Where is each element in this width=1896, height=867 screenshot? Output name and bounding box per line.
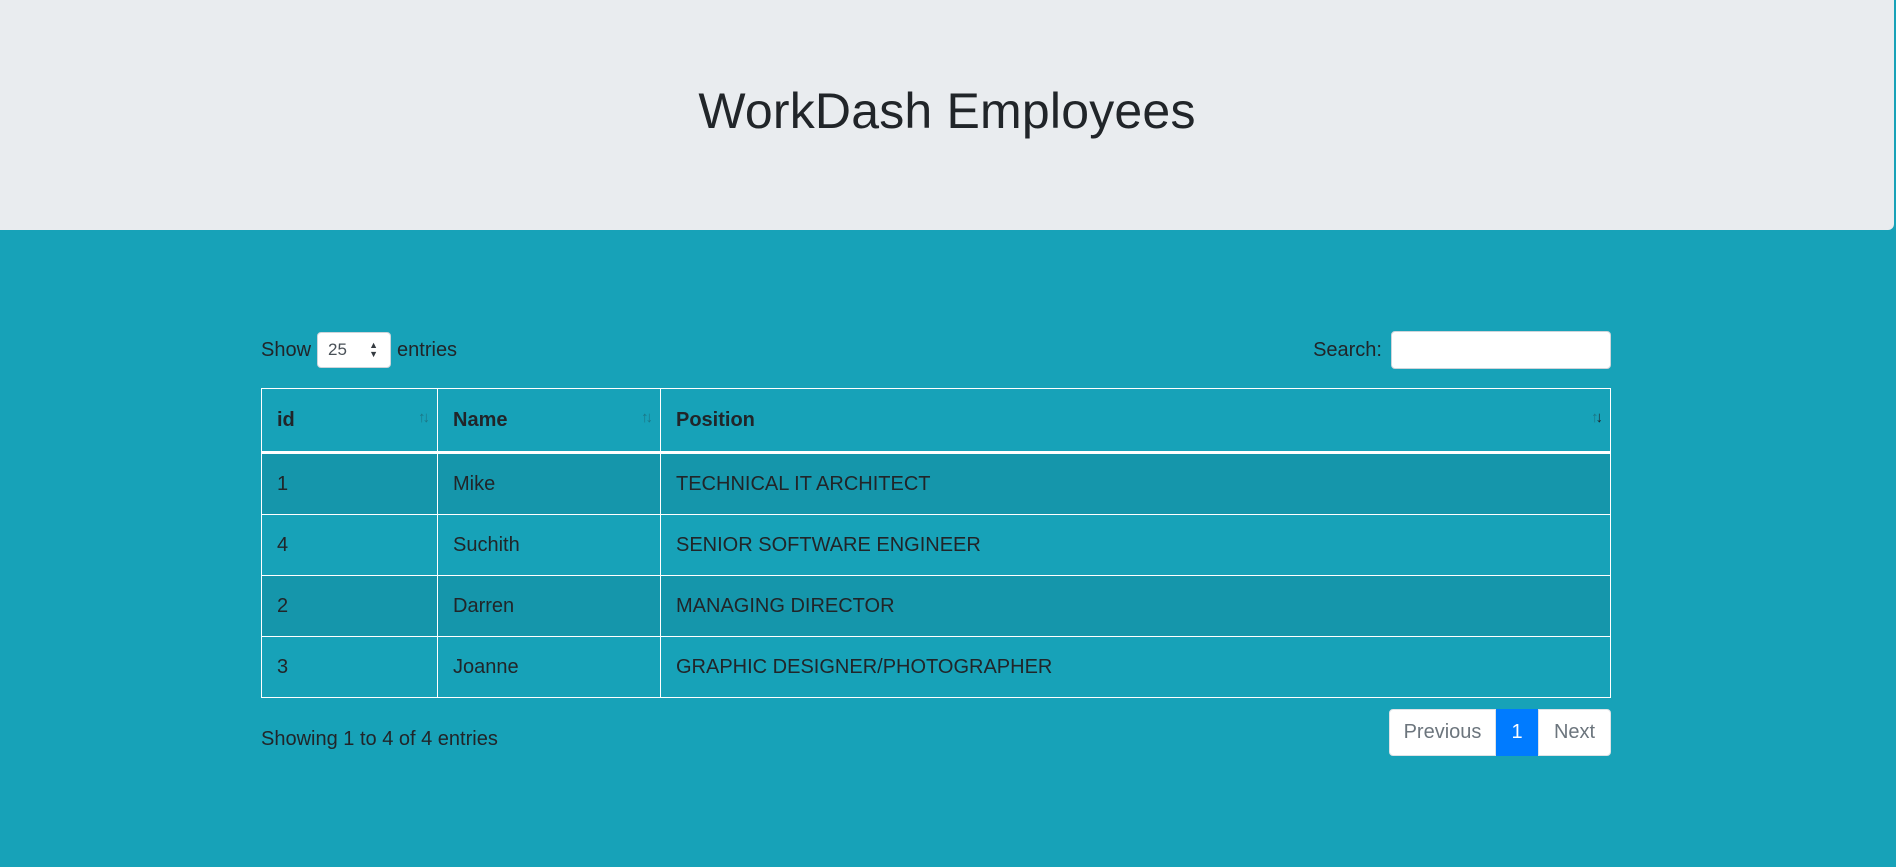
table-row[interactable]: 4 Suchith SENIOR SOFTWARE ENGINEER (261, 514, 1611, 576)
cell-position: MANAGING DIRECTOR (660, 575, 1611, 637)
entries-select[interactable]: 25 ▲ ▼ (317, 332, 392, 368)
entries-label: entries (397, 338, 458, 361)
cell-id: 1 (261, 452, 438, 515)
page-title: WorkDash Employees (698, 83, 1196, 139)
search-input[interactable] (1391, 331, 1611, 369)
cell-name: Suchith (437, 514, 661, 576)
next-page-button[interactable]: Next (1538, 709, 1611, 756)
page-1-button[interactable]: 1 (1496, 709, 1538, 756)
previous-page-button[interactable]: Previous (1389, 709, 1496, 756)
table-row[interactable]: 2 Darren MANAGING DIRECTOR (261, 575, 1611, 637)
cell-id: 2 (261, 575, 438, 637)
sort-desc-icon: ↑↓ (1591, 409, 1603, 426)
cell-position: GRAPHIC DESIGNER/PHOTOGRAPHER (660, 636, 1611, 698)
page-header: WorkDash Employees (0, 0, 1894, 230)
entries-select-value: 25 (328, 340, 347, 359)
cell-position: TECHNICAL IT ARCHITECT (660, 452, 1611, 515)
table-row[interactable]: 3 Joanne GRAPHIC DESIGNER/PHOTOGRAPHER (261, 636, 1611, 698)
search-label: Search: (1313, 338, 1382, 361)
column-header-id[interactable]: id ↑↓ (261, 388, 438, 454)
search-filter: Search: (1313, 331, 1611, 369)
cell-id: 3 (261, 636, 438, 698)
table-info: Showing 1 to 4 of 4 entries (261, 728, 498, 750)
column-header-position[interactable]: Position ↑↓ (660, 388, 1611, 454)
cell-id: 4 (261, 514, 438, 576)
cell-name: Darren (437, 575, 661, 637)
cell-name: Joanne (437, 636, 661, 698)
show-label: Show (261, 338, 312, 361)
select-arrows-icon: ▲ ▼ (369, 340, 379, 359)
table-row[interactable]: 1 Mike TECHNICAL IT ARCHITECT (261, 452, 1611, 515)
cell-position: SENIOR SOFTWARE ENGINEER (660, 514, 1611, 576)
sort-icon: ↑↓ (418, 409, 430, 426)
sort-icon: ↑↓ (641, 409, 653, 426)
column-header-name[interactable]: Name ↑↓ (437, 388, 661, 454)
cell-name: Mike (437, 452, 661, 515)
entries-length-control: Show 25 ▲ ▼ entries (261, 331, 457, 369)
table-header-row: id ↑↓ Name ↑↓ Position ↑↓ (261, 388, 1611, 454)
pagination: Previous 1 Next (1389, 709, 1611, 756)
employees-table: id ↑↓ Name ↑↓ Position ↑↓ 1 Mike TECHNIC… (261, 388, 1611, 698)
